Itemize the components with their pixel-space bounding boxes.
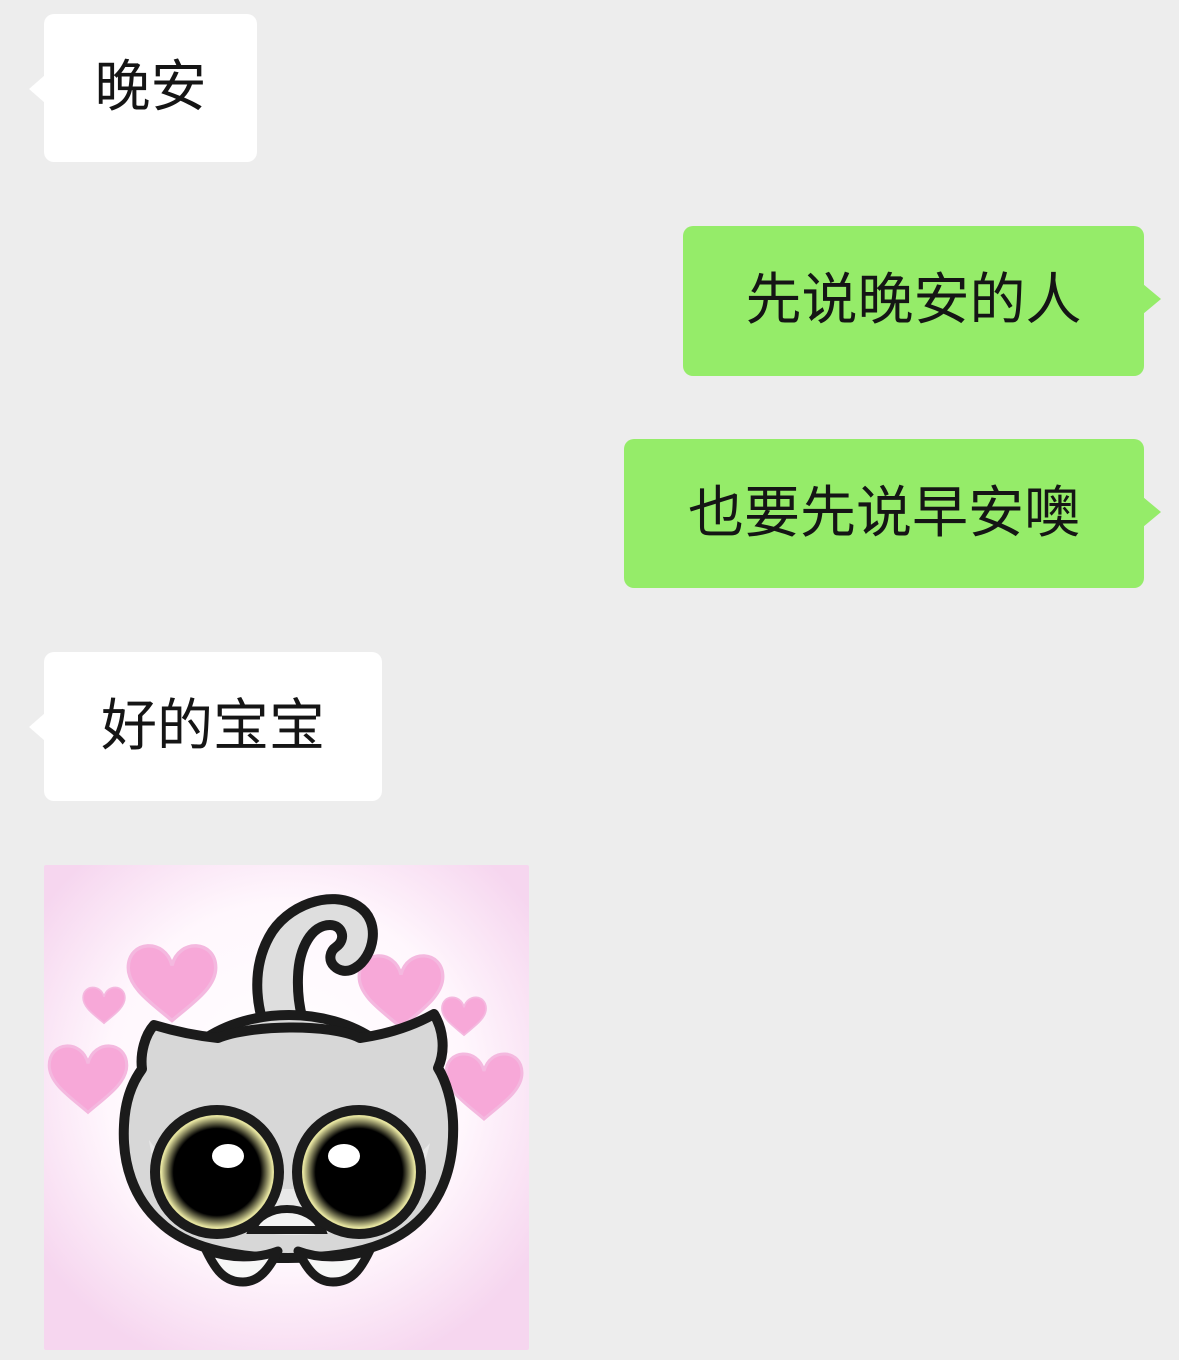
sent-message-bubble[interactable]: 也要先说早安噢 (624, 439, 1161, 588)
message-text: 也要先说早安噢 (688, 480, 1080, 546)
message-text: 先说晚安的人 (745, 268, 1082, 333)
message-text: 好的宝宝 (101, 693, 325, 759)
left-eye (150, 1105, 284, 1239)
kitten-sticker[interactable] (44, 865, 529, 1350)
received-message-bubble[interactable]: 晚安 (29, 14, 257, 162)
message-text: 晚安 (94, 55, 207, 120)
received-message-bubble[interactable]: 好的宝宝 (29, 652, 382, 801)
sent-message-bubble[interactable]: 先说晚安的人 (683, 226, 1161, 376)
right-eye (292, 1105, 426, 1239)
gray-kitten-with-hearts-icon (44, 865, 529, 1350)
